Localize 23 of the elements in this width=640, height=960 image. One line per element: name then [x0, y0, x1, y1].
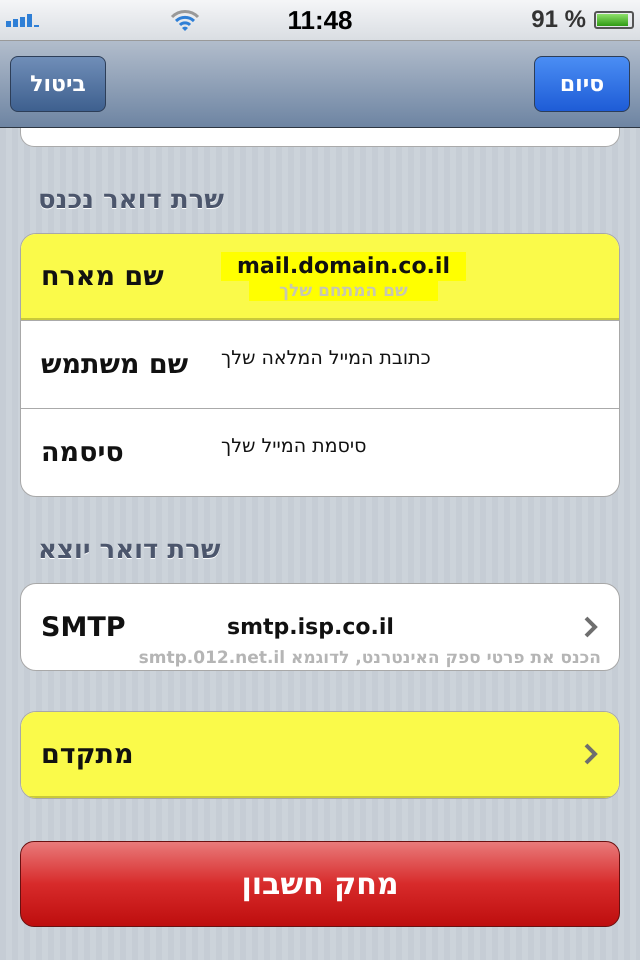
row-label: שם מארח	[41, 260, 165, 292]
wifi-icon	[170, 9, 200, 31]
row-label: סיסמה	[41, 437, 125, 468]
cancel-button[interactable]: ביטול	[10, 56, 106, 112]
field-value[interactable]: smtp.isp.co.il	[221, 614, 400, 640]
row-label: מתקדם	[41, 738, 135, 770]
field-value[interactable]: כתובת המייל המלאה שלך	[221, 347, 431, 369]
battery-icon	[594, 11, 634, 29]
field-value[interactable]: סיסמת המייל שלך	[221, 435, 366, 457]
settings-row[interactable]: סיסמה סיסמת המייל שלך	[21, 408, 619, 496]
done-button[interactable]: סיום	[534, 56, 630, 112]
clock-time: 11:48	[287, 4, 353, 36]
settings-row[interactable]: מתקדם	[21, 712, 619, 798]
field-value[interactable]: mail.domain.co.il	[221, 252, 466, 280]
battery-percent: 91 %	[531, 6, 586, 34]
section-header: שרת דואר יוצא	[38, 535, 221, 565]
row-label: SMTP	[41, 612, 127, 642]
delete-account-button[interactable]: מחק חשבון	[20, 841, 620, 927]
settings-row[interactable]: שם משתמש כתובת המייל המלאה שלך	[21, 320, 619, 408]
row-label: שם משתמש	[41, 349, 190, 380]
annotation-text: שם המתחם שלך	[249, 280, 438, 300]
section-header: שרת דואר נכנס	[38, 185, 224, 215]
annotation-text: הכנס את פרטי ספק האינטרנט, לדוגמא smtp.012.net.il	[138, 648, 601, 668]
